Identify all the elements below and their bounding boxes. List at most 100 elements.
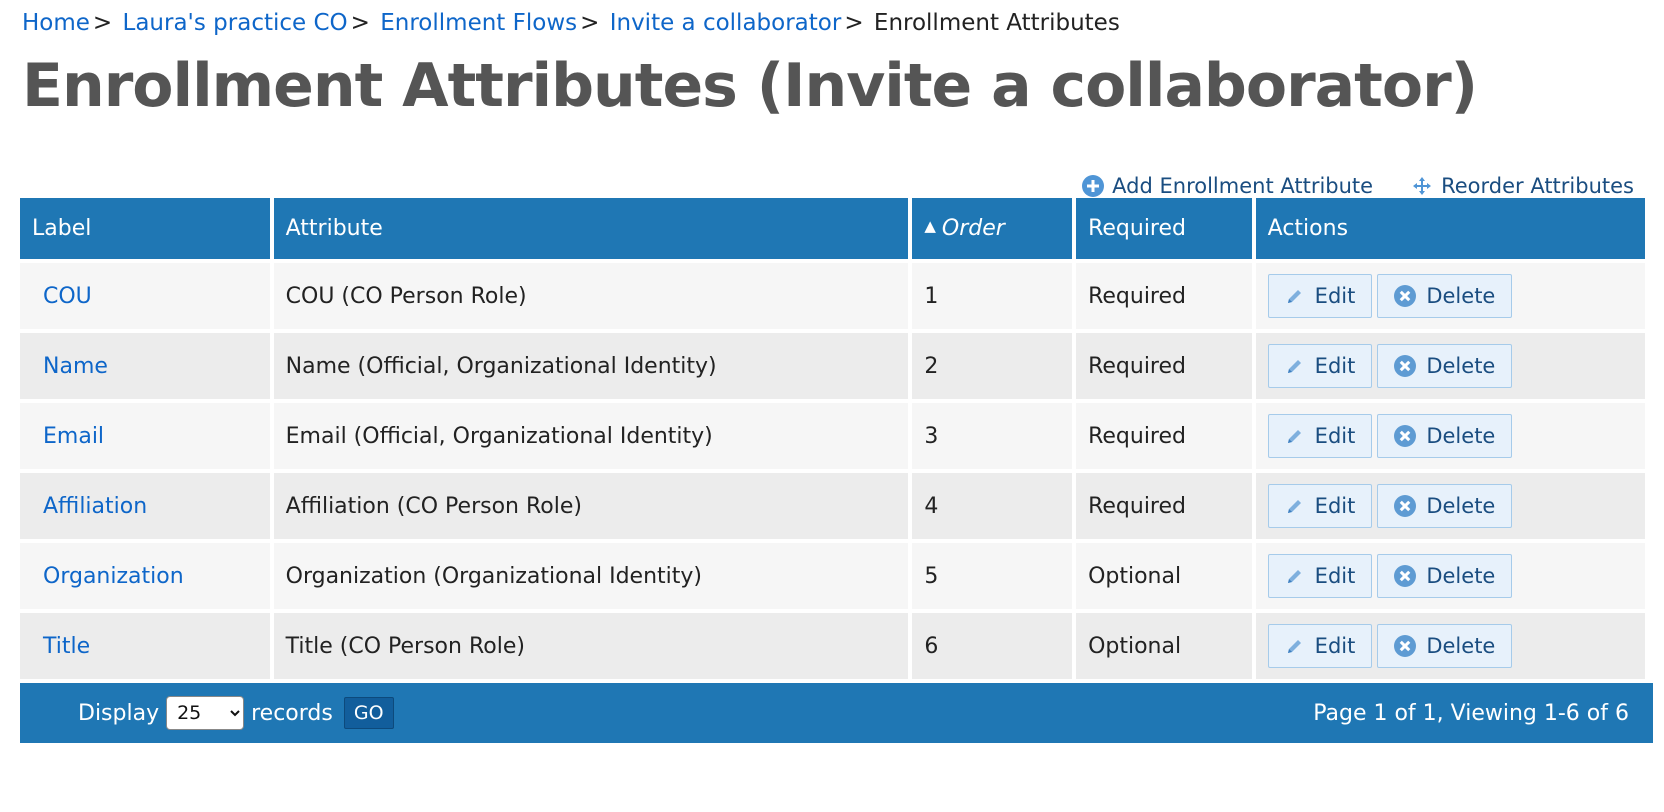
edit-button[interactable]: Edit — [1267, 414, 1373, 458]
attribute-label-link[interactable]: Affiliation — [43, 494, 147, 519]
table-row: Email Email (Official, Organizational Ide… — [20, 403, 1645, 469]
edit-label: Edit — [1314, 284, 1356, 308]
delete-button[interactable]: Delete — [1377, 274, 1513, 318]
table-row: Title Title (CO Person Role) 6 Optional Edit… — [20, 613, 1645, 679]
edit-button[interactable]: Edit — [1267, 624, 1373, 668]
actions-cell: Edit Delete — [1255, 613, 1645, 679]
delete-button[interactable]: Delete — [1377, 414, 1513, 458]
attribute-label-link[interactable]: Title — [43, 634, 90, 659]
column-header-actions: Actions — [1255, 198, 1645, 259]
order-cell: 4 — [912, 473, 1073, 539]
breadcrumb: Home > Laura's practice CO > Enrollment Fl… — [22, 8, 1120, 38]
attribute-cell: Title (CO Person Role) — [273, 613, 909, 679]
delete-button[interactable]: Delete — [1377, 344, 1513, 388]
pencil-icon — [1285, 496, 1305, 516]
pagination-summary: Page 1 of 1, Viewing 1-6 of 6 — [1313, 700, 1629, 726]
delete-label: Delete — [1426, 354, 1496, 378]
required-cell: Optional — [1076, 613, 1252, 679]
pencil-icon — [1285, 636, 1305, 656]
breadcrumb-separator: > — [92, 10, 113, 36]
required-cell: Optional — [1076, 543, 1252, 609]
edit-label: Edit — [1314, 354, 1356, 378]
delete-label: Delete — [1426, 424, 1496, 448]
breadcrumb-current: Enrollment Attributes — [873, 10, 1120, 36]
attribute-cell: COU (CO Person Role) — [273, 263, 909, 329]
pencil-icon — [1285, 286, 1305, 306]
records-label: records — [251, 700, 333, 726]
delete-circle-icon — [1394, 565, 1417, 587]
actions-cell: Edit Delete — [1255, 263, 1645, 329]
actions-cell: Edit Delete — [1255, 473, 1645, 539]
edit-button[interactable]: Edit — [1267, 554, 1373, 598]
label-cell: Affiliation — [20, 473, 270, 539]
column-header-attribute[interactable]: Attribute — [273, 198, 909, 259]
delete-circle-icon — [1394, 635, 1417, 657]
attribute-label-link[interactable]: COU — [43, 284, 92, 309]
delete-circle-icon — [1394, 285, 1417, 307]
required-cell: Required — [1076, 263, 1252, 329]
table-row: Name Name (Official, Organizational Ident… — [20, 333, 1645, 399]
records-per-page-select[interactable]: 25 — [166, 696, 245, 730]
label-cell: Name — [20, 333, 270, 399]
attribute-label-link[interactable]: Organization — [43, 564, 184, 589]
delete-label: Delete — [1426, 564, 1496, 588]
breadcrumb-link-home[interactable]: Home — [22, 10, 90, 36]
attributes-table-wrapper: Label Attribute ▲ Order Required Actions … — [20, 198, 1653, 683]
edit-button[interactable]: Edit — [1267, 274, 1373, 318]
actions-cell: Edit Delete — [1255, 333, 1645, 399]
breadcrumb-link-flow[interactable]: Invite a collaborator — [610, 10, 842, 36]
label-cell: COU — [20, 263, 270, 329]
attribute-cell: Affiliation (CO Person Role) — [273, 473, 909, 539]
edit-label: Edit — [1314, 564, 1356, 588]
attribute-cell: Email (Official, Organizational Identity… — [273, 403, 909, 469]
delete-button[interactable]: Delete — [1377, 624, 1513, 668]
edit-label: Edit — [1314, 494, 1356, 518]
table-row: Affiliation Affiliation (CO Person Role) 4… — [20, 473, 1645, 539]
breadcrumb-separator: > — [844, 10, 864, 36]
breadcrumb-separator: > — [580, 10, 600, 36]
delete-label: Delete — [1426, 494, 1496, 518]
breadcrumb-separator: > — [350, 10, 370, 36]
attribute-cell: Name (Official, Organizational Identity) — [273, 333, 909, 399]
column-header-required[interactable]: Required — [1076, 198, 1252, 259]
table-row: Organization Organization (Organizational… — [20, 543, 1645, 609]
pagination-bar: Display 25 records GO Page 1 of 1, Viewi… — [20, 683, 1653, 743]
go-button[interactable]: GO — [343, 697, 394, 729]
column-header-order[interactable]: ▲ Order — [912, 198, 1073, 259]
sort-ascending-icon: ▲ — [924, 217, 936, 235]
attribute-label-link[interactable]: Email — [43, 424, 104, 449]
required-cell: Required — [1076, 403, 1252, 469]
display-label: Display — [78, 700, 160, 726]
order-cell: 6 — [912, 613, 1073, 679]
delete-circle-icon — [1394, 495, 1417, 517]
label-cell: Organization — [20, 543, 270, 609]
edit-label: Edit — [1314, 634, 1356, 658]
attributes-table: Label Attribute ▲ Order Required Actions … — [16, 194, 1649, 683]
order-cell: 1 — [912, 263, 1073, 329]
pencil-icon — [1285, 566, 1305, 586]
required-cell: Required — [1076, 473, 1252, 539]
order-cell: 5 — [912, 543, 1073, 609]
delete-button[interactable]: Delete — [1377, 554, 1513, 598]
actions-cell: Edit Delete — [1255, 543, 1645, 609]
edit-button[interactable]: Edit — [1267, 484, 1373, 528]
delete-label: Delete — [1426, 634, 1496, 658]
page-title: Enrollment Attributes (Invite a collabor… — [22, 51, 1478, 121]
required-cell: Required — [1076, 333, 1252, 399]
delete-button[interactable]: Delete — [1377, 484, 1513, 528]
order-cell: 2 — [912, 333, 1073, 399]
breadcrumb-link-enrollment-flows[interactable]: Enrollment Flows — [380, 10, 577, 36]
label-cell: Title — [20, 613, 270, 679]
table-row: COU COU (CO Person Role) 1 Required Edit Dele… — [20, 263, 1645, 329]
pencil-icon — [1285, 426, 1305, 446]
actions-cell: Edit Delete — [1255, 403, 1645, 469]
column-header-label[interactable]: Label — [20, 198, 270, 259]
delete-label: Delete — [1426, 284, 1496, 308]
attribute-label-link[interactable]: Name — [43, 354, 108, 379]
edit-label: Edit — [1314, 424, 1356, 448]
attribute-cell: Organization (Organizational Identity) — [273, 543, 909, 609]
edit-button[interactable]: Edit — [1267, 344, 1373, 388]
breadcrumb-link-co[interactable]: Laura's practice CO — [123, 10, 348, 36]
pencil-icon — [1285, 356, 1305, 376]
delete-circle-icon — [1394, 355, 1417, 377]
